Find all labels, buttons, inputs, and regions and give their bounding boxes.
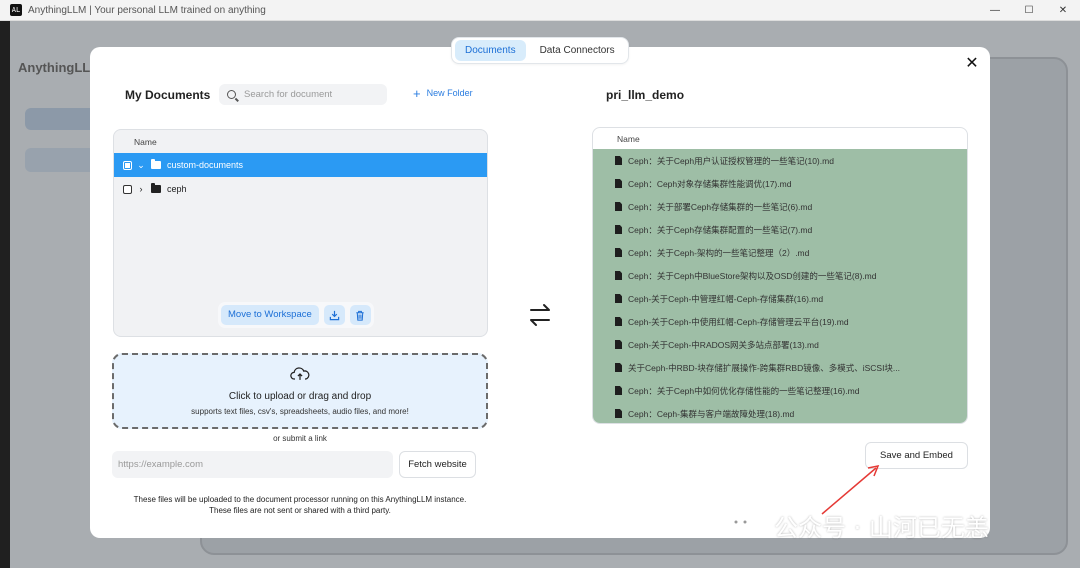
file-row[interactable]: Ceph：关于Ceph中如何优化存储性能的一些笔记整理(16).md [593,379,967,402]
embedded-files-list: Ceph：关于Ceph用户认证授权管理的一些笔记(10).md Ceph：Cep… [593,149,967,423]
document-icon [615,409,622,418]
maximize-button[interactable]: ☐ [1012,0,1046,21]
file-name: 关于Ceph-中RBD-块存储扩展操作-跨集群RBD镜像、多模式、iSCSI块.… [628,362,901,373]
or-submit-link-label: or submit a link [273,434,327,443]
title-bar: AL AnythingLLM | Your personal LLM train… [0,0,1080,21]
document-icon [615,156,622,165]
plus-icon: + [413,85,421,101]
url-input[interactable] [112,451,393,478]
background-brand: AnythingLLM [18,60,102,75]
file-name: Ceph：Ceph-集群与客户端故障处理(18).md [628,408,795,419]
privacy-disclaimer: These files will be uploaded to the docu… [112,494,488,516]
workspace-documents-panel: Name Ceph：关于Ceph用户认证授权管理的一些笔记(10).md Cep… [592,127,968,424]
tab-documents[interactable]: Documents [455,40,526,61]
chevron-right-icon[interactable]: › [137,184,145,194]
workspace-heading: pri_llm_demo [606,88,685,102]
file-name: Ceph：关于Ceph中如何优化存储性能的一些笔记整理(16).md [628,385,860,396]
document-icon [615,248,622,257]
search-box [219,84,387,105]
app-logo-icon: AL [10,4,22,16]
folder-icon [151,183,161,193]
watermark-text: 公众号 · 山河已无恙 [774,514,989,542]
file-row[interactable]: Ceph：关于部署Ceph存储集群的一些笔记(6).md [593,195,967,218]
upload-title: Click to upload or drag and drop [228,391,372,402]
background-workspace-item [25,148,95,172]
document-icon [615,340,622,349]
new-folder-button[interactable]: + New Folder [413,85,473,101]
file-row[interactable]: Ceph：关于Ceph用户认证授权管理的一些笔记(10).md [593,149,967,172]
document-icon [615,179,622,188]
file-row[interactable]: Ceph：关于Ceph-架构的一些笔记整理（2）.md [593,241,967,264]
desktop-edge [0,21,10,568]
document-icon [615,202,622,211]
new-folder-label: New Folder [426,88,473,98]
minimize-button[interactable]: — [978,0,1012,21]
close-modal-icon[interactable]: ✕ [963,55,981,73]
search-input[interactable] [244,89,374,100]
folder-row[interactable]: › ceph [114,177,487,201]
folder-label: custom-documents [167,160,244,170]
chevron-down-icon[interactable]: ⌄ [137,160,145,171]
file-name: Ceph：关于部署Ceph存储集群的一些笔记(6).md [628,201,813,212]
file-row[interactable]: Ceph-关于Ceph-中RADOS网关多站点部署(13).md [593,333,967,356]
file-name: Ceph-关于Ceph-中RADOS网关多站点部署(13).md [628,339,819,350]
selection-action-bar: Move to Workspace [218,302,374,328]
upload-dropzone[interactable]: Click to upload or drag and drop support… [112,353,488,429]
cloud-upload-icon [290,367,310,380]
window-controls: — ☐ ✕ [978,0,1080,21]
search-icon [227,90,236,99]
folder-label: ceph [167,184,187,194]
document-icon [615,317,622,326]
fetch-website-button[interactable]: Fetch website [399,451,476,478]
move-to-workspace-button[interactable]: Move to Workspace [221,305,319,325]
document-icon [615,386,622,395]
wechat-icon [728,513,764,537]
folder-icon [151,159,161,169]
my-documents-heading: My Documents [125,88,211,102]
document-icon [615,271,622,280]
modal-tabs: Documents Data Connectors [451,37,629,64]
file-row[interactable]: Ceph-关于Ceph-中使用红帽-Ceph-存储管理云平台(19).md [593,310,967,333]
file-row[interactable]: Ceph：Ceph-集群与客户端故障处理(18).md [593,402,967,423]
file-row[interactable]: Ceph：Ceph对象存储集群性能调优(17).md [593,172,967,195]
download-icon[interactable] [323,305,345,325]
file-row[interactable]: Ceph-关于Ceph-中管理红帽-Ceph-存储集群(16).md [593,287,967,310]
document-icon [615,363,622,372]
folder-row[interactable]: ⌄ custom-documents [114,153,487,177]
file-name: Ceph：关于Ceph中BlueStore架构以及OSD创建的一些笔记(8).m… [628,270,877,281]
file-row[interactable]: Ceph：关于Ceph存储集群配置的一些笔记(7).md [593,218,967,241]
trash-icon[interactable] [349,305,371,325]
folder-checkbox[interactable] [123,160,132,170]
file-name: Ceph：Ceph对象存储集群性能调优(17).md [628,178,792,189]
disclaimer-line-2: These files are not sent or shared with … [209,506,391,515]
file-name: Ceph：关于Ceph-架构的一些笔记整理（2）.md [628,247,810,258]
swap-arrows-icon [530,304,550,326]
watermark: 公众号 · 山河已无恙 [726,508,989,543]
close-window-button[interactable]: ✕ [1046,0,1080,21]
column-header-name: Name [134,137,157,147]
upload-subtitle: supports text files, csv's, spreadsheets… [191,407,409,416]
file-name: Ceph-关于Ceph-中使用红帽-Ceph-存储管理云平台(19).md [628,316,849,327]
file-name: Ceph：关于Ceph用户认证授权管理的一些笔记(10).md [628,155,834,166]
document-icon [615,294,622,303]
file-row[interactable]: Ceph：关于Ceph中BlueStore架构以及OSD创建的一些笔记(8).m… [593,264,967,287]
folder-checkbox[interactable] [123,184,132,194]
tab-data-connectors[interactable]: Data Connectors [530,40,625,61]
window-title: AnythingLLM | Your personal LLM trained … [28,4,266,16]
document-icon [615,225,622,234]
disclaimer-line-1: These files will be uploaded to the docu… [133,495,467,504]
column-header-name: Name [617,134,640,144]
file-row[interactable]: 关于Ceph-中RBD-块存储扩展操作-跨集群RBD镜像、多模式、iSCSI块.… [593,356,967,379]
file-name: Ceph-关于Ceph-中管理红帽-Ceph-存储集群(16).md [628,293,824,304]
file-name: Ceph：关于Ceph存储集群配置的一些笔记(7).md [628,224,813,235]
